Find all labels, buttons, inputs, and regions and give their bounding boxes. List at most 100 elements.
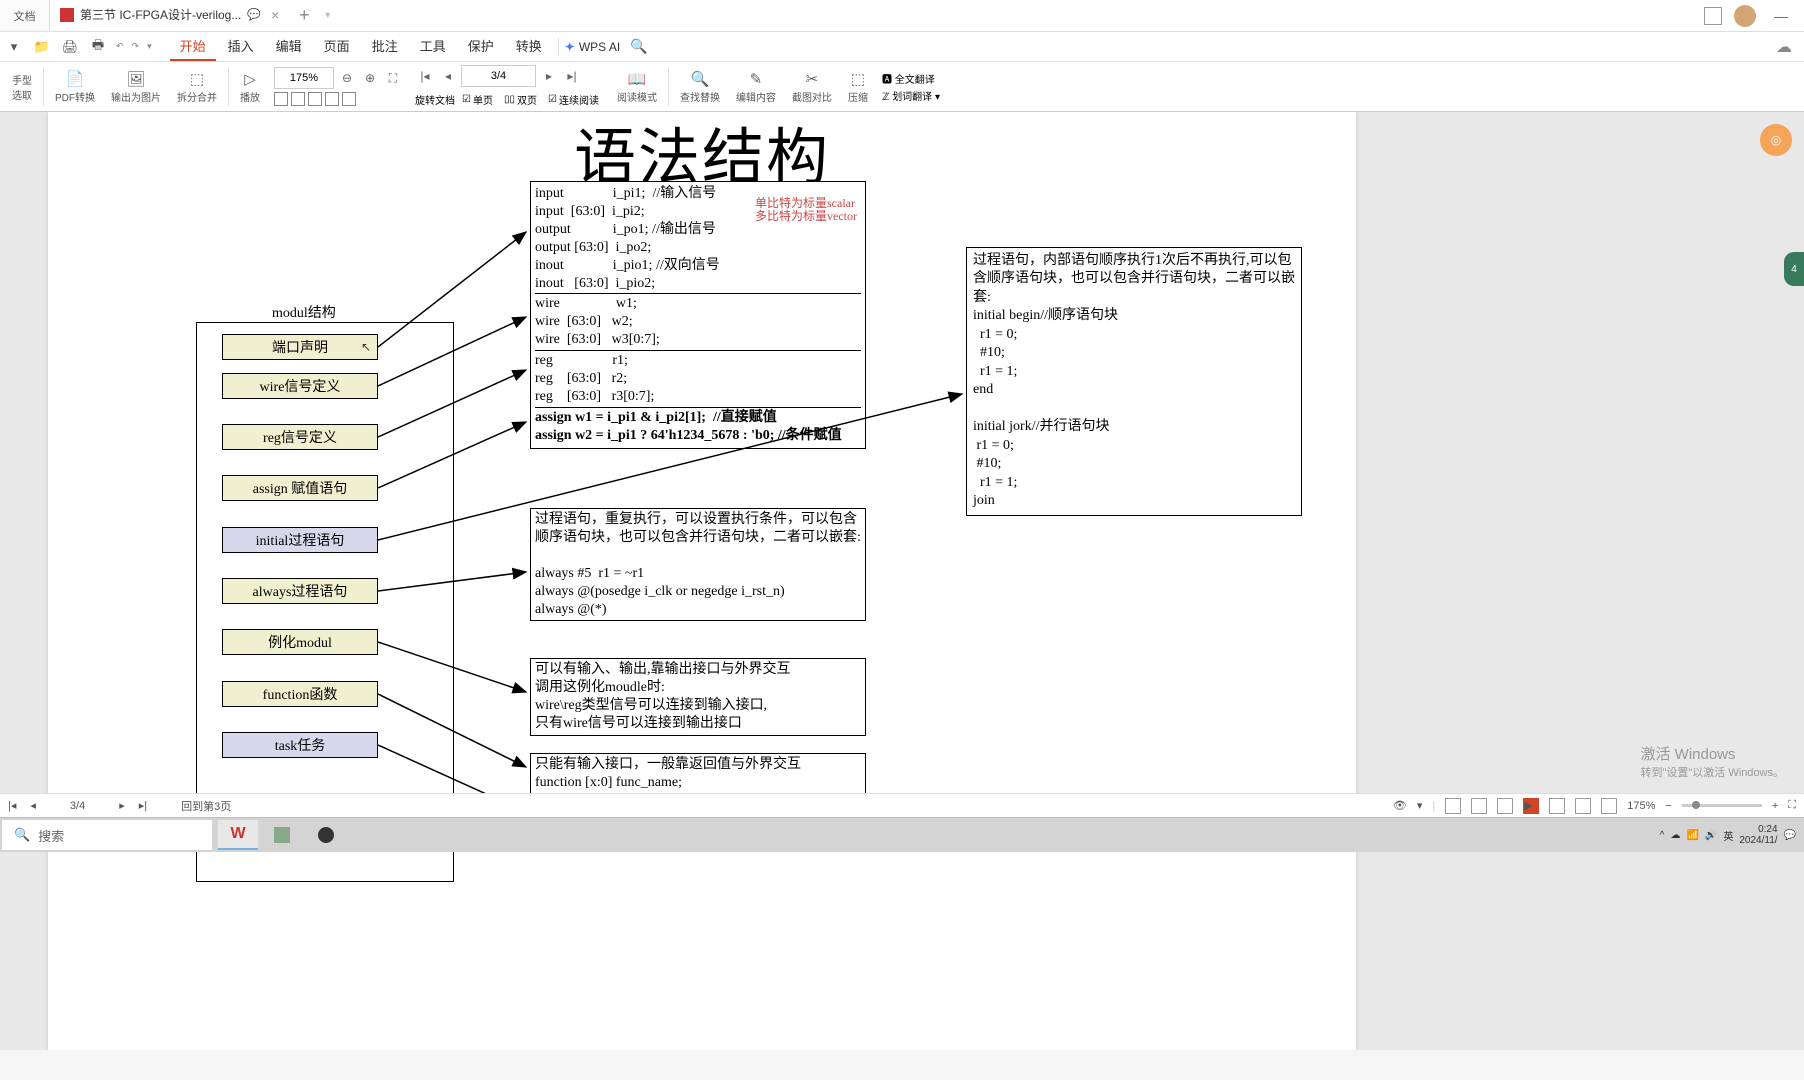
document-area[interactable]: 语法结构 modul结构 端口声明↖ wire信号定义 reg信号定义 assi… (0, 112, 1804, 1050)
menu-convert[interactable]: 转换 (506, 32, 552, 61)
crop5-icon[interactable] (342, 92, 356, 106)
tray-clock[interactable]: 0:24 2024/11/ (1739, 824, 1777, 846)
crop1-icon[interactable] (274, 92, 288, 106)
page-input[interactable] (461, 65, 536, 87)
menu-tools[interactable]: 工具 (410, 32, 456, 61)
prev-page-icon[interactable]: ◂ (438, 69, 458, 83)
view2-icon[interactable] (1471, 798, 1487, 814)
word-translate-button[interactable]: ℤ 划词翻译 ▾ (882, 88, 940, 103)
zoom-slider[interactable] (1682, 804, 1762, 807)
sb-back-text[interactable]: 回到第3页 (181, 798, 231, 814)
cloud-icon[interactable]: ☁ (1776, 37, 1804, 57)
find-replace-button[interactable]: 🔍查找替换 (672, 67, 728, 106)
pdf-page: 语法结构 modul结构 端口声明↖ wire信号定义 reg信号定义 assi… (48, 112, 1356, 1050)
pdf-convert-button[interactable]: 📄PDF转换 (47, 67, 103, 106)
compress-icon: ⬚ (848, 69, 868, 89)
tray-up-icon[interactable]: ^ (1660, 830, 1665, 841)
box-initial: initial过程语句 (222, 527, 378, 553)
last-page-icon[interactable]: ▸| (562, 69, 582, 83)
cube-icon[interactable] (1704, 7, 1722, 25)
first-page-icon[interactable]: |◂ (415, 69, 435, 83)
menu-page[interactable]: 页面 (314, 32, 360, 61)
sb-next-icon[interactable]: ▸ (119, 799, 125, 812)
box-wire-def: wire信号定义 (222, 373, 378, 399)
rotate-label[interactable]: 旋转文档 (415, 92, 455, 107)
crop3-icon[interactable] (308, 92, 322, 106)
edit-content-button[interactable]: ✎编辑内容 (728, 67, 784, 106)
add-tab-button[interactable]: + (289, 5, 319, 26)
zoom-out-icon[interactable]: ⊖ (337, 71, 357, 85)
view5-icon[interactable] (1549, 798, 1565, 814)
export-img-button[interactable]: 🖼输出为图片 (103, 67, 169, 106)
next-page-icon[interactable]: ▸ (539, 69, 559, 83)
play-button[interactable]: ▷播放 (232, 67, 268, 106)
menu-chevron-icon[interactable]: ▾ (4, 37, 24, 57)
search-icon[interactable]: 🔍 (630, 38, 647, 55)
save-icon[interactable]: 🖨 (60, 37, 80, 57)
crop4-icon[interactable] (325, 92, 339, 106)
read-mode-button[interactable]: 📖阅读模式 (609, 67, 665, 106)
search-icon: 🔍 (690, 69, 710, 89)
chevron-down-icon[interactable]: ▾ (325, 10, 330, 21)
eye-icon[interactable]: 👁 (1393, 799, 1407, 812)
menu-annotate[interactable]: 批注 (362, 32, 408, 61)
tray-notif-icon[interactable]: 💬 (1784, 830, 1796, 841)
hand-tool[interactable]: 手型选取 (4, 70, 40, 104)
tray-ime[interactable]: 英 (1723, 828, 1733, 843)
sb-first-icon[interactable]: |◂ (8, 799, 16, 812)
home-tab[interactable]: 文档 (0, 0, 50, 31)
wps-ai-button[interactable]: ✦ WPS AI (565, 40, 620, 54)
side-tool-button[interactable]: ◎ (1760, 124, 1792, 156)
single-page-toggle[interactable]: ☑单页 (458, 90, 497, 109)
tray-vol-icon[interactable]: 🔊 (1705, 830, 1717, 841)
detail-instance: 可以有输入、输出,靠输出接口与外界交互 调用这例化moudle时: wire\r… (530, 658, 866, 736)
sb-last-icon[interactable]: ▸| (139, 799, 147, 812)
minimize-button[interactable]: — (1768, 8, 1794, 24)
crop2-icon[interactable] (291, 92, 305, 106)
split-merge-button[interactable]: ⬚拆分合并 (169, 67, 225, 106)
split-icon: ⬚ (187, 69, 207, 89)
close-icon[interactable]: × (271, 7, 279, 23)
view6-icon[interactable] (1575, 798, 1591, 814)
menu-insert[interactable]: 插入 (218, 32, 264, 61)
open-icon[interactable]: 📁 (32, 37, 52, 57)
active-tab[interactable]: 第三节 IC-FPGA设计-verilog... 💬 × (50, 0, 289, 31)
task-app2[interactable] (262, 820, 302, 850)
windows-search[interactable]: 🔍 搜索 (2, 820, 212, 850)
expand-icon[interactable]: ⛶ (1788, 799, 1796, 812)
detail-always: 过程语句，重复执行，可以设置执行条件，可以包含顺序语句块，也可以包含并行语句块，… (530, 508, 866, 621)
undo-icon[interactable]: ↶ (116, 41, 124, 52)
sb-prev-icon[interactable]: ◂ (30, 799, 36, 812)
zoom-minus-icon[interactable]: − (1665, 800, 1671, 812)
print-icon[interactable]: 🖶 (88, 37, 108, 57)
redo-icon[interactable]: ↷ (132, 41, 140, 52)
tray-net-icon[interactable]: 📶 (1686, 830, 1698, 841)
task-wps[interactable]: W (218, 820, 258, 850)
continuous-toggle[interactable]: ☑连续阅读 (544, 90, 603, 109)
sb-chevron-icon[interactable]: ▾ (1417, 799, 1423, 812)
view7-icon[interactable] (1601, 798, 1617, 814)
side-bubble[interactable]: 4 (1784, 252, 1804, 286)
zoom-in-icon[interactable]: ⊕ (360, 71, 380, 85)
view4-icon[interactable]: ▶ (1523, 798, 1539, 814)
task-app3[interactable] (306, 820, 346, 850)
more-chevron-icon[interactable]: ▾ (147, 41, 152, 52)
view3-icon[interactable] (1497, 798, 1513, 814)
screenshot-compare-button[interactable]: ✂截图对比 (784, 67, 840, 106)
tray-cloud-icon[interactable]: ☁ (1670, 830, 1680, 841)
sb-zoom: 175% (1627, 800, 1655, 812)
zoom-plus-icon[interactable]: + (1772, 800, 1778, 812)
menu-edit[interactable]: 编辑 (266, 32, 312, 61)
double-page-toggle[interactable]: ▯▯双页 (500, 90, 541, 109)
menu-protect[interactable]: 保护 (458, 32, 504, 61)
full-translate-button[interactable]: 🅰 全文翻译 (882, 71, 940, 86)
module-label: modul结构 (272, 302, 336, 322)
zoom-select[interactable] (274, 67, 334, 89)
titlebar: 文档 第三节 IC-FPGA设计-verilog... 💬 × + ▾ — (0, 0, 1804, 32)
menu-start[interactable]: 开始 (170, 32, 216, 61)
compress-button[interactable]: ⬚压缩 (840, 67, 876, 106)
fit-icon[interactable]: ⛶ (383, 71, 403, 86)
wps-ai-label: WPS AI (579, 40, 620, 54)
avatar[interactable] (1734, 5, 1756, 27)
view1-icon[interactable] (1445, 798, 1461, 814)
